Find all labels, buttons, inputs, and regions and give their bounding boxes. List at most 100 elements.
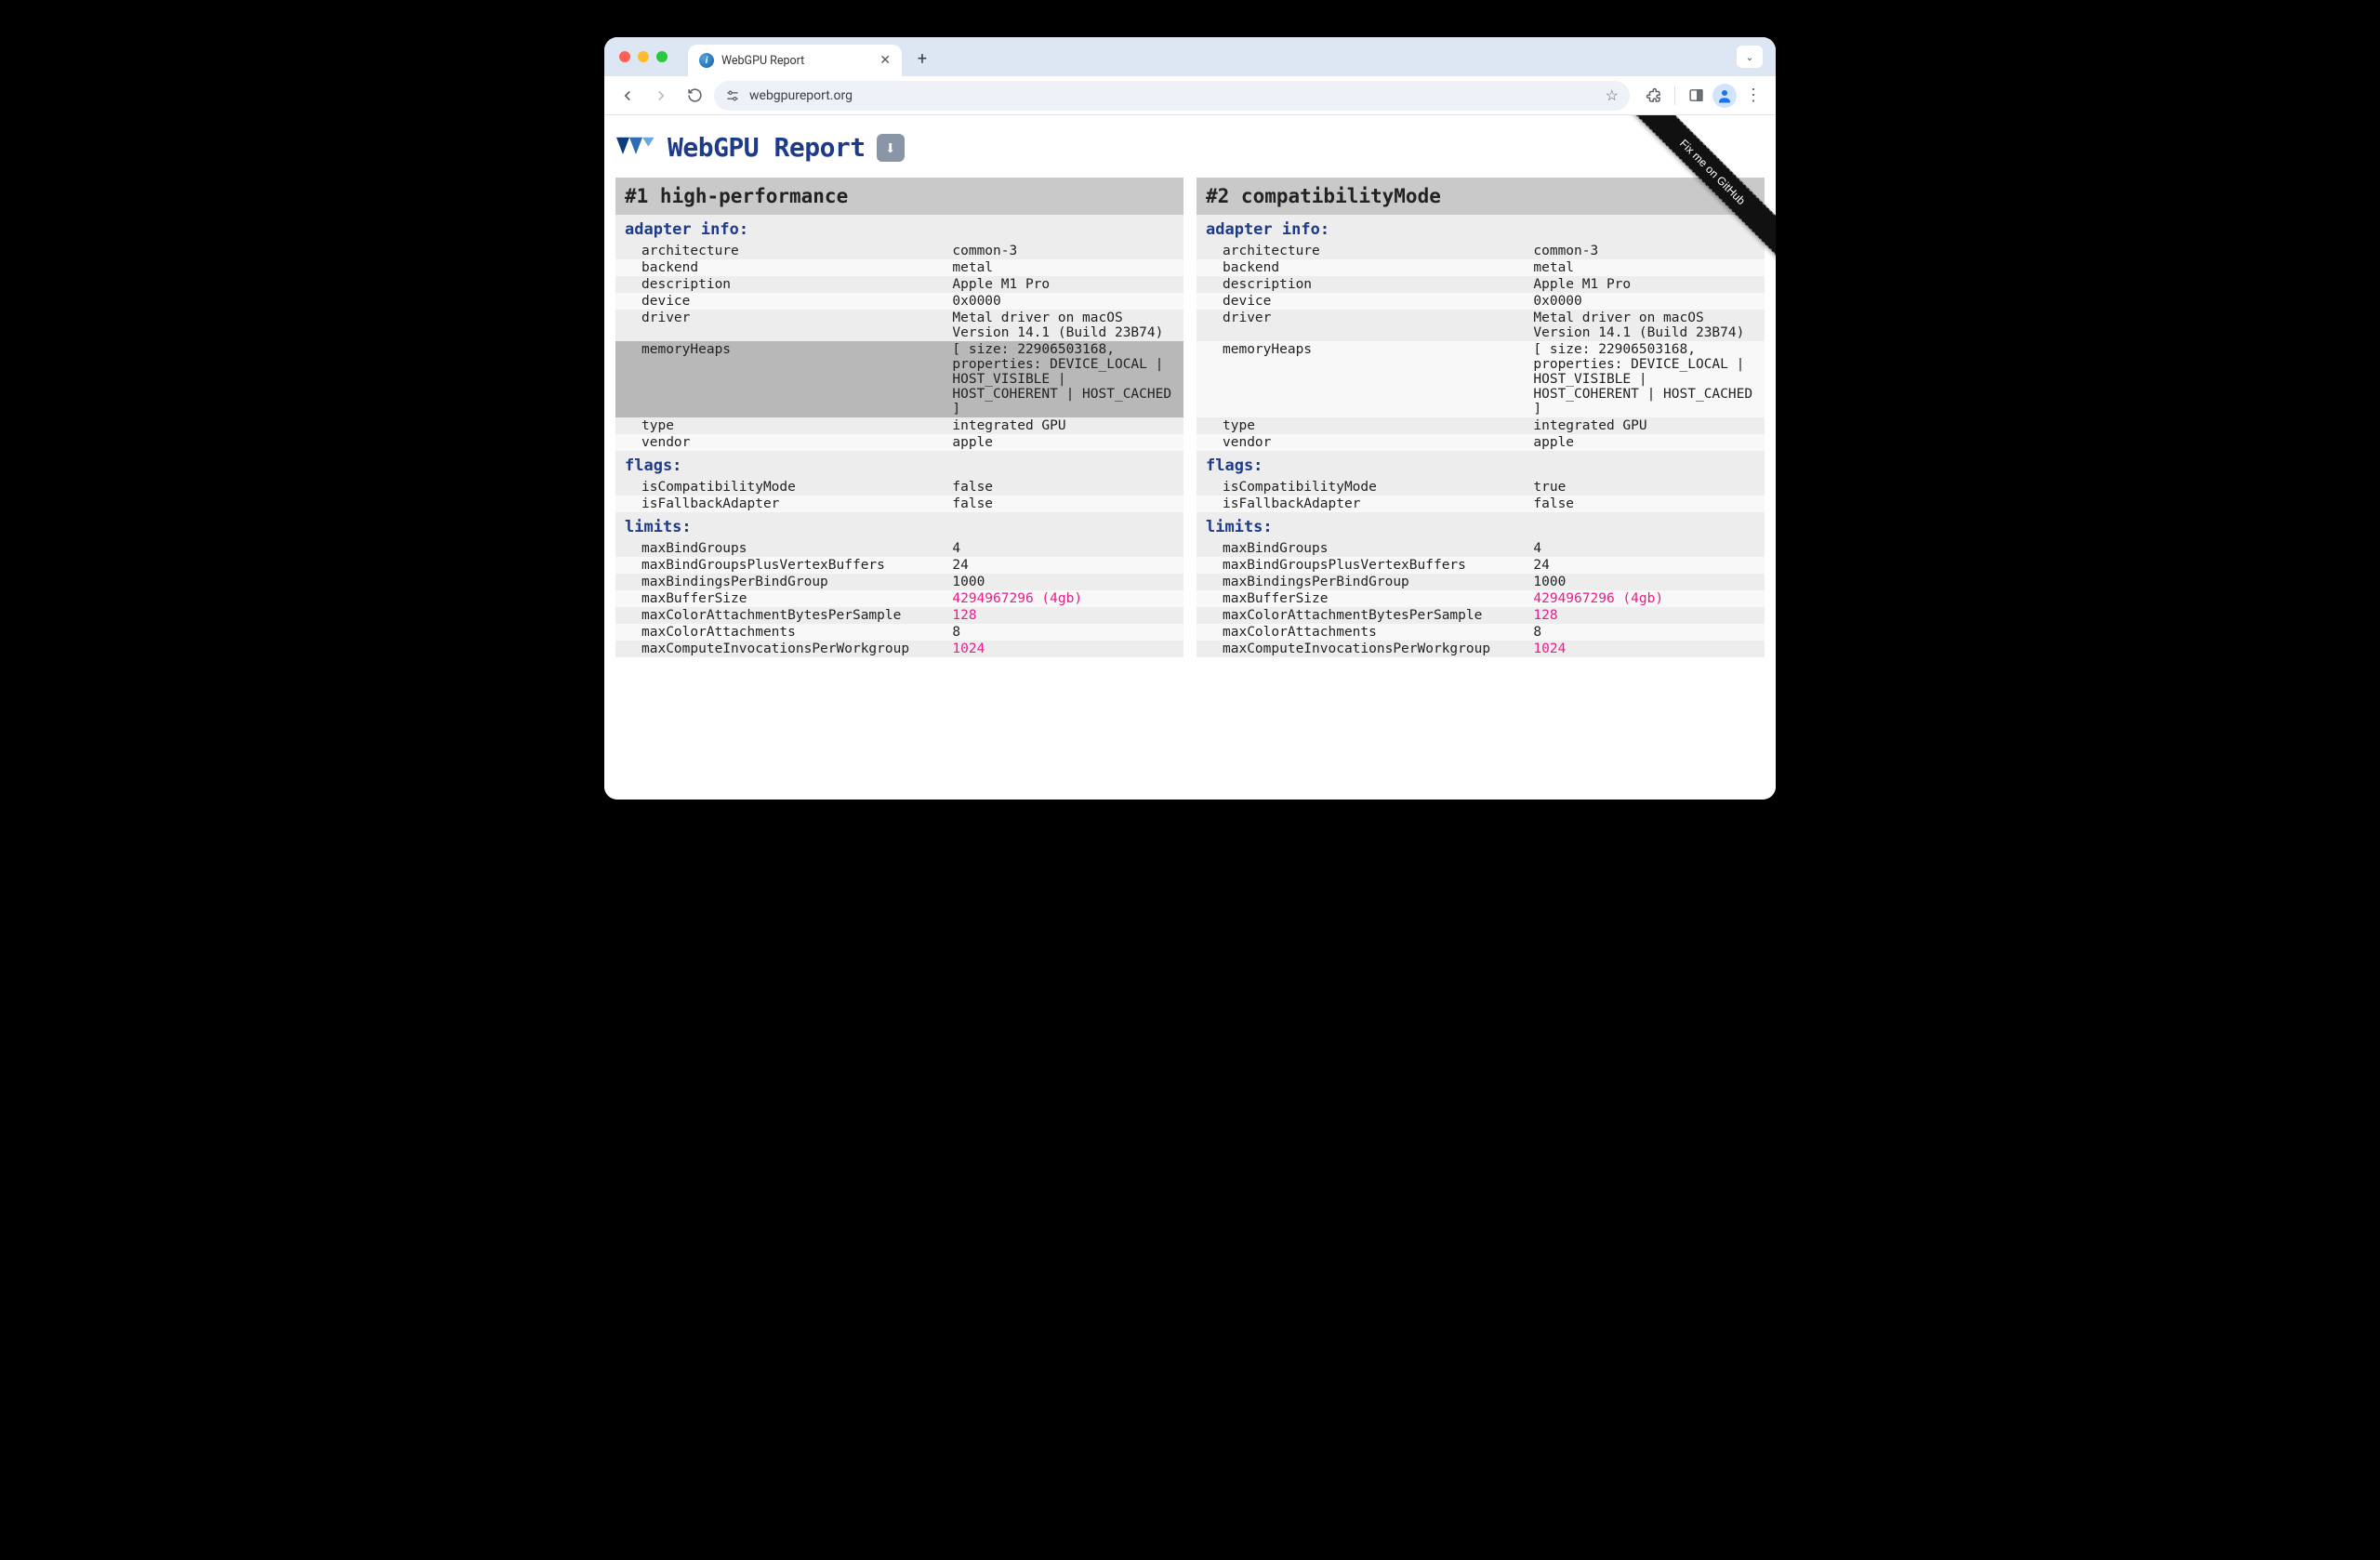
report-panel: #2 compatibilityModeadapter info:archite… (1197, 178, 1765, 657)
data-table: architecturecommon-3backendmetaldescript… (1197, 243, 1765, 451)
profile-avatar[interactable] (1712, 84, 1737, 108)
page-title: WebGPU Report (668, 132, 866, 163)
table-row: maxColorAttachmentBytesPerSample128 (1197, 607, 1765, 624)
panels-container: #1 high-performanceadapter info:architec… (612, 178, 1768, 657)
row-key: device (615, 293, 945, 310)
url-text: webgpureport.org (749, 88, 1596, 103)
row-key: architecture (615, 243, 945, 259)
toolbar: webgpureport.org ☆ ⋮ (604, 76, 1776, 115)
table-row: maxBufferSize4294967296 (4gb) (615, 590, 1183, 607)
table-row: descriptionApple M1 Pro (615, 276, 1183, 293)
tab-favicon: i (699, 53, 714, 68)
menu-button[interactable]: ⋮ (1740, 86, 1766, 105)
row-key: isCompatibilityMode (1197, 479, 1526, 496)
close-window-button[interactable] (619, 51, 630, 62)
row-key: backend (615, 259, 945, 276)
row-key: maxColorAttachmentBytesPerSample (1197, 607, 1526, 624)
maximize-window-button[interactable] (656, 51, 668, 62)
row-value: 1024 (1526, 641, 1765, 657)
data-table: isCompatibilityModetrueisFallbackAdapter… (1197, 479, 1765, 512)
row-key: architecture (1197, 243, 1526, 259)
minimize-window-button[interactable] (638, 51, 649, 62)
extensions-icon[interactable] (1641, 83, 1667, 109)
close-tab-icon[interactable]: ✕ (879, 53, 891, 68)
row-key: maxBufferSize (615, 590, 945, 607)
table-row: maxComputeInvocationsPerWorkgroup1024 (615, 641, 1183, 657)
section-header: flags: (1197, 451, 1765, 479)
reload-button[interactable] (681, 82, 708, 110)
table-row: backendmetal (1197, 259, 1765, 276)
forward-button[interactable] (647, 82, 675, 110)
row-key: memoryHeaps (1197, 341, 1526, 417)
table-row: maxBufferSize4294967296 (4gb) (1197, 590, 1765, 607)
table-row: maxColorAttachments8 (1197, 624, 1765, 641)
download-button[interactable]: ⬇ (877, 134, 905, 162)
row-value: 4294967296 (4gb) (945, 590, 1183, 607)
row-value: 4 (1526, 540, 1765, 557)
section-header: flags: (615, 451, 1183, 479)
table-row: descriptionApple M1 Pro (1197, 276, 1765, 293)
back-button[interactable] (614, 82, 641, 110)
row-value: Metal driver on macOS Version 14.1 (Buil… (1526, 310, 1765, 341)
row-value: integrated GPU (945, 417, 1183, 434)
side-panel-icon[interactable] (1683, 83, 1709, 109)
tab-strip: i WebGPU Report ✕ + ⌄ (604, 37, 1776, 76)
row-value: 4294967296 (4gb) (1526, 590, 1765, 607)
data-table: architecturecommon-3backendmetaldescript… (615, 243, 1183, 451)
page-header: WebGPU Report ⬇ (612, 123, 1768, 178)
row-key: maxBindingsPerBindGroup (1197, 574, 1526, 590)
table-row: device0x0000 (1197, 293, 1765, 310)
data-table: maxBindGroups4maxBindGroupsPlusVertexBuf… (1197, 540, 1765, 657)
row-key: maxColorAttachments (615, 624, 945, 641)
row-key: maxColorAttachmentBytesPerSample (615, 607, 945, 624)
row-value: 1024 (945, 641, 1183, 657)
row-key: maxBindGroups (615, 540, 945, 557)
row-value: Apple M1 Pro (945, 276, 1183, 293)
browser-tab[interactable]: i WebGPU Report ✕ (688, 45, 902, 76)
tab-title: WebGPU Report (721, 54, 872, 68)
table-row: maxComputeInvocationsPerWorkgroup1024 (1197, 641, 1765, 657)
table-row: isFallbackAdapterfalse (1197, 496, 1765, 512)
tabs-dropdown-button[interactable]: ⌄ (1737, 46, 1763, 68)
row-value: apple (1526, 434, 1765, 451)
row-key: isCompatibilityMode (615, 479, 945, 496)
table-row: memoryHeaps[ size: 22906503168, properti… (1197, 341, 1765, 417)
table-row: maxBindGroups4 (615, 540, 1183, 557)
window-controls (619, 51, 668, 62)
row-value: 8 (945, 624, 1183, 641)
section-header: adapter info: (615, 215, 1183, 243)
table-row: isCompatibilityModetrue (1197, 479, 1765, 496)
address-bar[interactable]: webgpureport.org ☆ (714, 81, 1630, 111)
row-key: driver (615, 310, 945, 341)
table-row: maxBindGroupsPlusVertexBuffers24 (1197, 557, 1765, 574)
new-tab-button[interactable]: + (909, 46, 935, 72)
table-row: vendorapple (1197, 434, 1765, 451)
table-row: maxBindGroups4 (1197, 540, 1765, 557)
row-value: true (1526, 479, 1765, 496)
table-row: backendmetal (615, 259, 1183, 276)
row-value: 1000 (945, 574, 1183, 590)
row-value: 4 (945, 540, 1183, 557)
row-key: maxComputeInvocationsPerWorkgroup (615, 641, 945, 657)
table-row: isFallbackAdapterfalse (615, 496, 1183, 512)
row-value: common-3 (1526, 243, 1765, 259)
site-settings-icon[interactable] (725, 89, 740, 102)
row-value: metal (1526, 259, 1765, 276)
row-value: 24 (1526, 557, 1765, 574)
section-header: limits: (1197, 512, 1765, 540)
row-value: 0x0000 (945, 293, 1183, 310)
row-key: description (1197, 276, 1526, 293)
table-row: maxColorAttachmentBytesPerSample128 (615, 607, 1183, 624)
row-value: 8 (1526, 624, 1765, 641)
bookmark-star-icon[interactable]: ☆ (1606, 86, 1619, 104)
row-key: description (615, 276, 945, 293)
table-row: typeintegrated GPU (1197, 417, 1765, 434)
row-value: metal (945, 259, 1183, 276)
row-key: backend (1197, 259, 1526, 276)
row-value: false (945, 479, 1183, 496)
row-key: maxBindingsPerBindGroup (615, 574, 945, 590)
row-key: vendor (615, 434, 945, 451)
row-value: 128 (945, 607, 1183, 624)
table-row: maxBindingsPerBindGroup1000 (615, 574, 1183, 590)
section-header: limits: (615, 512, 1183, 540)
